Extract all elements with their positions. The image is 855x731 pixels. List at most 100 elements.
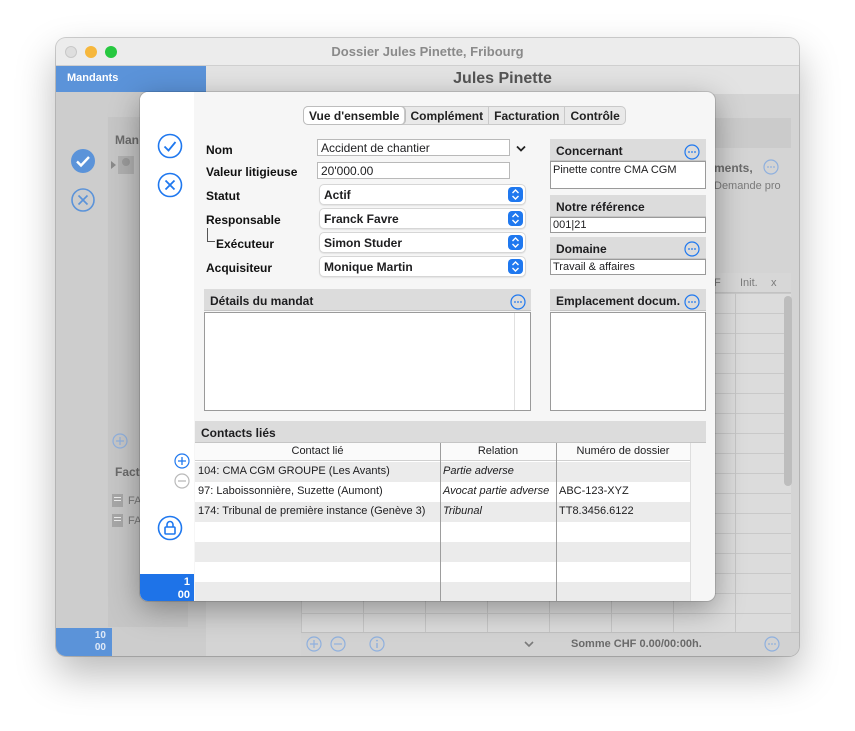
info-icon[interactable] [369, 636, 385, 652]
relation-cell: Avocat partie adverse [443, 485, 550, 497]
more-icon[interactable] [763, 159, 779, 175]
statut-select[interactable]: Actif [319, 184, 526, 205]
statut-value: Actif [324, 188, 351, 202]
details-textarea[interactable] [204, 312, 531, 411]
tree-connector [207, 228, 215, 242]
avatar [111, 156, 137, 174]
stepper-icon [508, 235, 523, 250]
concernant-header: Concernant [550, 139, 706, 161]
empty-row [195, 542, 691, 562]
domaine-more-icon[interactable] [684, 241, 700, 257]
nom-field[interactable]: Accident de chantier [317, 139, 510, 156]
sidebar-header[interactable]: Mandants [56, 66, 206, 92]
acquisiteur-label: Acquisiteur [206, 261, 273, 275]
empty-row [195, 522, 691, 542]
executeur-value: Simon Studer [324, 236, 403, 250]
domaine-header: Domaine [550, 237, 706, 259]
chevron-down-icon[interactable] [516, 145, 526, 152]
valeur-litigieuse-field[interactable]: 20'000.00 [317, 162, 510, 179]
documents-header: ments, [714, 161, 753, 175]
table-row[interactable]: 97: Laboissonnière, Suzette (Aumont) Avo… [195, 482, 691, 502]
stepper-icon [508, 211, 523, 226]
grid-scrollbar[interactable] [784, 296, 792, 486]
dossier-cell: TT8.3456.6122 [559, 505, 634, 517]
add-entry-icon[interactable] [306, 636, 322, 652]
confirm-button[interactable] [157, 133, 183, 159]
details-value [205, 313, 207, 315]
column-init-header[interactable]: Init. [740, 277, 758, 289]
sheet-counter-badge: 1 00 [140, 574, 194, 601]
sidebar-cancel-icon[interactable] [70, 187, 96, 213]
empty-row [195, 562, 691, 582]
reference-value: 001|21 [553, 219, 587, 231]
contact-cell: 97: Laboissonnière, Suzette (Aumont) [198, 485, 383, 497]
title-bar: Dossier Jules Pinette, Fribourg [56, 38, 799, 66]
nom-label: Nom [206, 143, 233, 157]
remove-entry-icon[interactable] [330, 636, 346, 652]
stepper-icon [508, 187, 523, 202]
acquisiteur-select[interactable]: Monique Martin [319, 256, 526, 277]
concernant-value: Pinette contre CMA CGM [553, 164, 677, 176]
contact-cell: 104: CMA CGM GROUPE (Les Avants) [198, 465, 390, 477]
invoice-section-label: Fact [115, 465, 140, 479]
table-row[interactable]: 104: CMA CGM GROUPE (Les Avants) Partie … [195, 462, 691, 482]
emplacement-value [551, 313, 553, 315]
column-divider [556, 443, 557, 601]
lock-icon[interactable] [157, 515, 183, 541]
statut-label: Statut [206, 189, 240, 203]
executeur-label: Exécuteur [216, 237, 275, 251]
window-title: Dossier Jules Pinette, Fribourg [331, 44, 524, 59]
invoice-file-icon [111, 513, 124, 528]
details-scrollbar[interactable] [514, 313, 530, 410]
sum-label: Somme CHF 0.00/00:00h. [571, 638, 702, 650]
concernant-more-icon[interactable] [684, 144, 700, 160]
responsable-label: Responsable [206, 213, 281, 227]
emplacement-header: Emplacement docum. [550, 289, 706, 311]
dossier-cell: ABC-123-XYZ [559, 485, 629, 497]
mandate-list-label: Man [115, 133, 139, 147]
documents-item[interactable]: Demande pro [714, 180, 781, 192]
column-x-header[interactable]: x [771, 277, 777, 289]
more-icon[interactable] [764, 636, 780, 652]
invoice-file-icon [111, 493, 124, 508]
add-contact-icon[interactable] [174, 453, 190, 469]
emplacement-field[interactable] [550, 312, 706, 411]
relation-cell: Partie adverse [443, 465, 514, 477]
add-icon[interactable] [112, 433, 128, 449]
remove-contact-icon[interactable] [174, 473, 190, 489]
tab-bar: Vue d'ensemble Complément Facturation Co… [303, 106, 626, 125]
counter-badge: 10 00 [56, 628, 112, 656]
column-header-dossier[interactable]: Numéro de dossier [556, 443, 690, 461]
responsable-select[interactable]: Franck Favre [319, 208, 526, 229]
tab-complement[interactable]: Complément [405, 107, 490, 124]
reference-field[interactable]: 001|21 [550, 217, 706, 233]
column-header-contact[interactable]: Contact lié [195, 443, 440, 461]
column-divider [440, 443, 441, 601]
dossier-cell [556, 462, 690, 482]
table-scrollbar[interactable] [690, 443, 691, 601]
tab-controle[interactable]: Contrôle [565, 107, 624, 124]
details-more-icon[interactable] [510, 294, 526, 310]
sidebar-check-icon[interactable] [70, 148, 96, 174]
column-f-header[interactable]: F [714, 277, 721, 289]
executeur-select[interactable]: Simon Studer [319, 232, 526, 253]
domaine-field[interactable]: Travail & affaires [550, 259, 706, 275]
valeur-litigieuse-label: Valeur litigieuse [206, 165, 298, 179]
details-header: Détails du mandat [204, 289, 531, 311]
sheet-counter-top: 1 [183, 576, 190, 588]
cancel-button[interactable] [157, 172, 183, 198]
emplacement-more-icon[interactable] [684, 294, 700, 310]
tab-vue-ensemble[interactable]: Vue d'ensemble [304, 107, 406, 124]
concernant-field[interactable]: Pinette contre CMA CGM [550, 161, 706, 189]
tab-facturation[interactable]: Facturation [489, 107, 566, 124]
contacts-header: Contacts liés [195, 421, 706, 443]
column-header-relation[interactable]: Relation [440, 443, 556, 461]
responsable-value: Franck Favre [324, 212, 399, 226]
counter-badge-bottom: 00 [94, 642, 106, 653]
main-title: Jules Pinette [453, 70, 552, 87]
mandate-sheet: 1 00 Vue d'ensemble Complément Facturati… [140, 92, 715, 601]
reference-header: Notre référence [550, 195, 706, 217]
table-row[interactable]: 174: Tribunal de première instance (Genè… [195, 502, 691, 522]
stepper-icon [508, 259, 523, 274]
chevron-down-icon[interactable] [524, 640, 534, 648]
